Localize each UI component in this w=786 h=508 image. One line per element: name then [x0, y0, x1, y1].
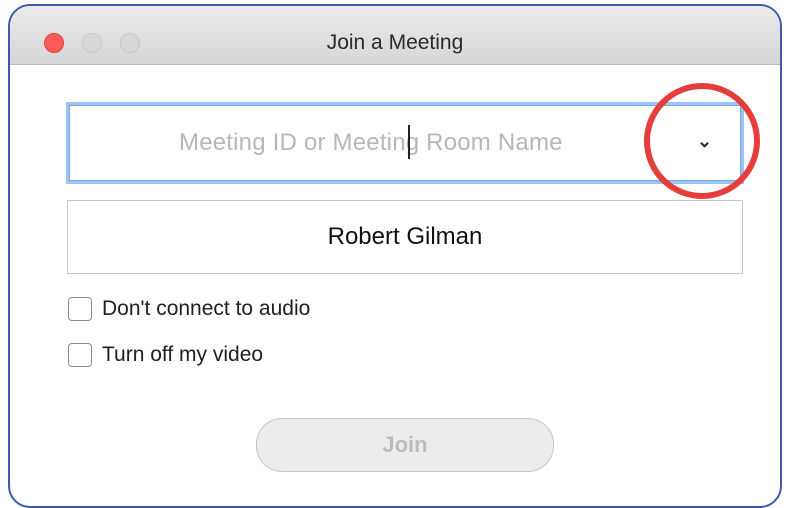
title-bar: Join a Meeting — [10, 6, 780, 65]
audio-checkbox-label: Don't connect to audio — [102, 297, 311, 320]
video-option-row[interactable]: Turn off my video — [68, 341, 263, 369]
join-button[interactable]: Join — [256, 418, 554, 472]
audio-checkbox[interactable] — [68, 297, 92, 321]
join-meeting-window: Join a Meeting Meeting ID or Meeting Roo… — [8, 4, 782, 508]
video-checkbox[interactable] — [68, 343, 92, 367]
meeting-id-placeholder: Meeting ID or Meeting Room Name — [179, 129, 563, 156]
text-caret — [408, 125, 410, 159]
audio-option-row[interactable]: Don't connect to audio — [68, 295, 310, 323]
name-input[interactable]: Robert Gilman — [67, 200, 743, 274]
window-title: Join a Meeting — [326, 31, 464, 54]
video-checkbox-label: Turn off my video — [102, 343, 264, 366]
highlight-circle-annotation — [644, 83, 760, 199]
meeting-id-input[interactable]: Meeting ID or Meeting Room Name ⌄ — [66, 102, 744, 184]
